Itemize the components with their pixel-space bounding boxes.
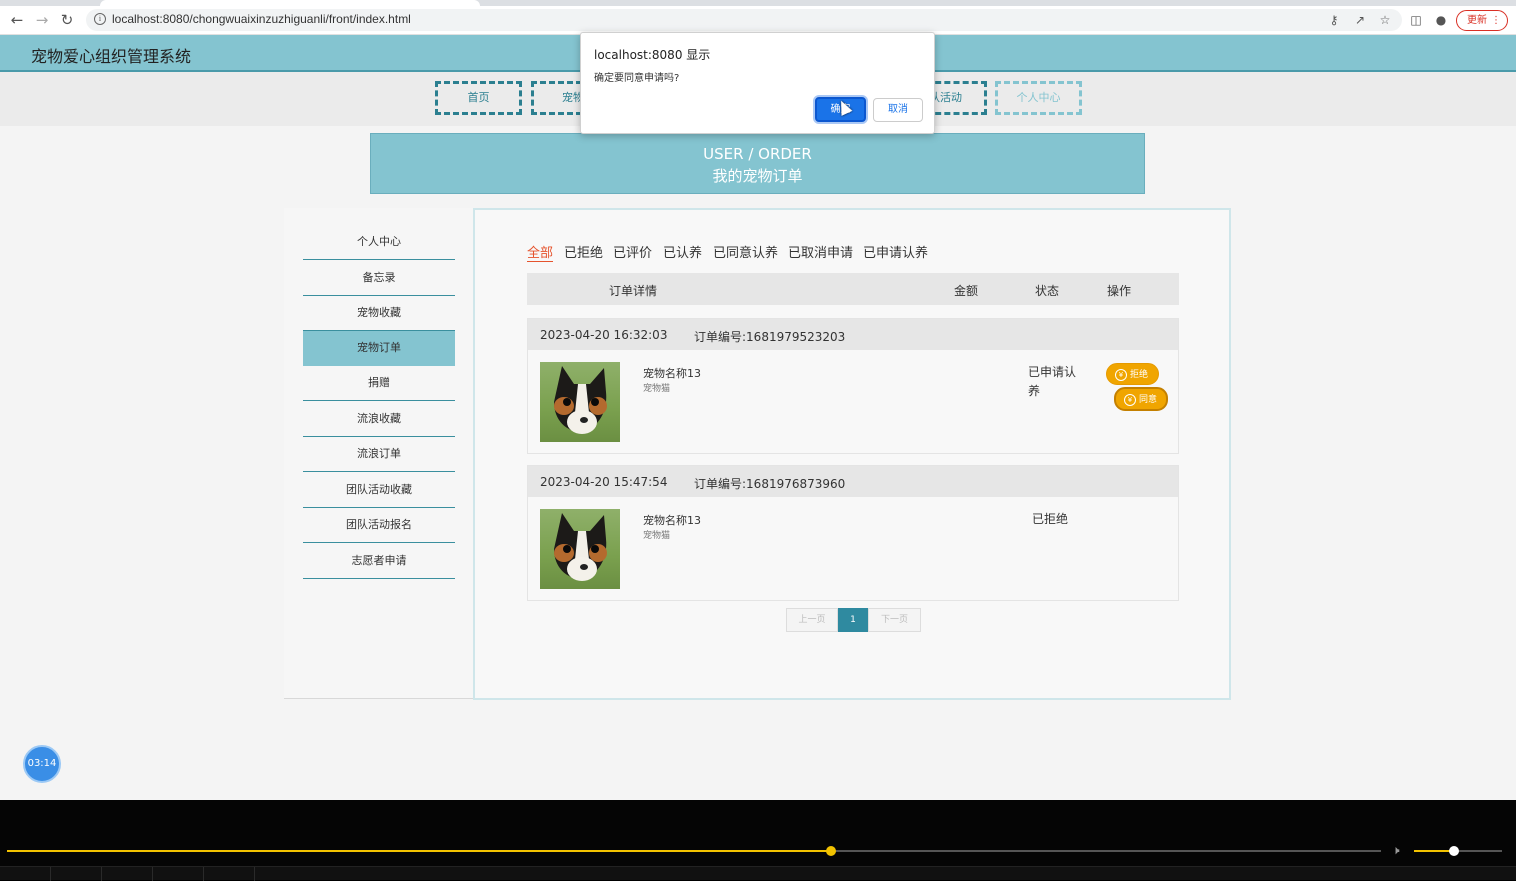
star-icon[interactable]: ☆ (1378, 13, 1392, 27)
dialog-cancel-button[interactable]: 取消 (873, 98, 923, 122)
sidebar-item-volunteer-apply[interactable]: 志愿者申请 (303, 544, 455, 579)
page-banner: USER / ORDER 我的宠物订单 (370, 133, 1145, 194)
yen-icon: ¥ (1124, 393, 1136, 406)
profile-avatar-icon[interactable]: ● (1434, 13, 1448, 27)
banner-subtitle: USER / ORDER (703, 145, 812, 163)
seek-progress (7, 850, 832, 852)
order-number: 订单编号:1681976873960 (694, 477, 846, 491)
col-detail: 订单详情 (609, 284, 658, 298)
sidebar-item-stray-favorites[interactable]: 流浪收藏 (303, 402, 455, 437)
sidebar-item-memo[interactable]: 备忘录 (303, 261, 455, 296)
sidebar-item-activity-signup[interactable]: 团队活动报名 (303, 508, 455, 543)
seek-handle[interactable] (826, 846, 837, 856)
forward-arrow-icon[interactable]: → (32, 10, 52, 30)
share-icon[interactable]: ↗ (1353, 13, 1367, 27)
nav-personal-center[interactable]: 个人中心 (995, 81, 1082, 115)
pet-type: 宠物猫 (643, 384, 671, 394)
yen-icon: ¥ (1115, 368, 1127, 381)
table-header: 订单详情 金额 状态 操作 (527, 273, 1179, 305)
key-icon[interactable]: ⚷ (1327, 13, 1341, 27)
col-action: 操作 (1107, 284, 1132, 298)
nav-home[interactable]: 首页 (435, 81, 522, 115)
dialog-title: localhost:8080 显示 (594, 48, 711, 62)
approve-button[interactable]: ¥ 同意 (1114, 387, 1168, 411)
update-button[interactable]: 更新 ⋮ (1456, 10, 1508, 31)
page-1-button[interactable]: 1 (838, 608, 868, 632)
filter-applied[interactable]: 已申请认养 (863, 242, 928, 262)
order-number: 订单编号:1681979523203 (694, 330, 846, 344)
order-card: 2023-04-20 15:47:54 订单编号:1681976873960 宠… (527, 465, 1179, 601)
filter-adopted[interactable]: 已认养 (663, 242, 702, 262)
sidebar: 个人中心 备忘录 宠物收藏 宠物订单 捐赠 流浪收藏 流浪订单 团队活动收藏 团… (284, 208, 474, 699)
order-status: 已拒绝 (1032, 512, 1069, 526)
order-card: 2023-04-20 16:32:03 订单编号:1681979523203 宠… (527, 318, 1179, 454)
pet-photo[interactable] (540, 362, 620, 442)
player-control-row (0, 866, 1516, 881)
filter-reviewed[interactable]: 已评价 (613, 242, 652, 262)
dialog-message: 确定要同意申请吗? (594, 73, 680, 84)
next-page-button[interactable]: 下一页 (868, 608, 921, 632)
filter-rejected[interactable]: 已拒绝 (564, 242, 603, 262)
more-menu-icon: ⋮ (1491, 15, 1501, 26)
prev-page-button[interactable]: 上一页 (786, 608, 838, 632)
back-arrow-icon[interactable]: ← (7, 10, 27, 30)
order-header: 2023-04-20 15:47:54 订单编号:1681976873960 (528, 466, 1178, 497)
order-header: 2023-04-20 16:32:03 订单编号:1681979523203 (528, 319, 1178, 350)
browser-window: ← → ↻ i localhost:8080/chongwuaixinzuzhi… (0, 0, 1516, 800)
browser-toolbar: ← → ↻ i localhost:8080/chongwuaixinzuzhi… (0, 6, 1516, 35)
volume-slider[interactable] (1414, 846, 1502, 856)
reload-icon[interactable]: ↻ (57, 10, 77, 30)
sidebar-item-personal-center[interactable]: 个人中心 (303, 225, 455, 260)
pet-name[interactable]: 宠物名称13 (643, 365, 701, 381)
order-time: 2023-04-20 15:47:54 (540, 475, 668, 489)
address-bar[interactable]: i localhost:8080/chongwuaixinzuzhiguanli… (86, 9, 1402, 31)
col-status: 状态 (1035, 284, 1060, 298)
recording-timer[interactable]: 03:14 (23, 745, 61, 783)
col-amount: 金额 (954, 284, 979, 298)
pet-name[interactable]: 宠物名称13 (643, 512, 701, 528)
page-title: 我的宠物订单 (712, 167, 803, 185)
volume-handle[interactable] (1448, 846, 1459, 856)
order-status: 已申请认养 (1028, 365, 1077, 398)
sidebar-item-pet-favorites[interactable]: 宠物收藏 (303, 296, 455, 331)
site-title: 宠物爱心组织管理系统 (31, 47, 192, 66)
sidebar-item-donation[interactable]: 捐赠 (303, 366, 455, 401)
site-info-icon[interactable]: i (94, 13, 106, 25)
seek-bar[interactable] (7, 846, 1381, 856)
approve-label: 同意 (1139, 395, 1158, 405)
pet-photo[interactable] (540, 509, 620, 589)
sidebar-item-activity-favorites[interactable]: 团队活动收藏 (303, 473, 455, 508)
filter-cancelled[interactable]: 已取消申请 (788, 242, 853, 262)
volume-level (1414, 850, 1454, 852)
orders-panel: 全部 已拒绝 已评价 已认养 已同意认养 已取消申请 已申请认养 订单详情 金额… (473, 208, 1231, 700)
update-label: 更新 (1467, 15, 1487, 26)
url-text[interactable]: localhost:8080/chongwuaixinzuzhiguanli/f… (112, 12, 411, 26)
filter-all[interactable]: 全部 (527, 242, 554, 262)
pet-type: 宠物猫 (643, 531, 671, 541)
sidebar-item-stray-orders[interactable]: 流浪订单 (303, 437, 455, 472)
reject-button[interactable]: ¥ 拒绝 (1106, 363, 1159, 385)
video-player-bar: 🕨 (0, 800, 1516, 881)
order-time: 2023-04-20 16:32:03 (540, 328, 668, 342)
sidebar-item-pet-orders[interactable]: 宠物订单 (303, 331, 455, 366)
side-panel-icon[interactable]: ◫ (1409, 13, 1423, 27)
confirm-dialog: localhost:8080 显示 确定要同意申请吗? 确定 取消 (580, 32, 935, 134)
reject-label: 拒绝 (1130, 370, 1149, 380)
filter-approved[interactable]: 已同意认养 (713, 242, 778, 262)
volume-icon[interactable]: 🕨 (1392, 843, 1400, 858)
nav-team-activity[interactable]: 队活动 (926, 81, 987, 115)
